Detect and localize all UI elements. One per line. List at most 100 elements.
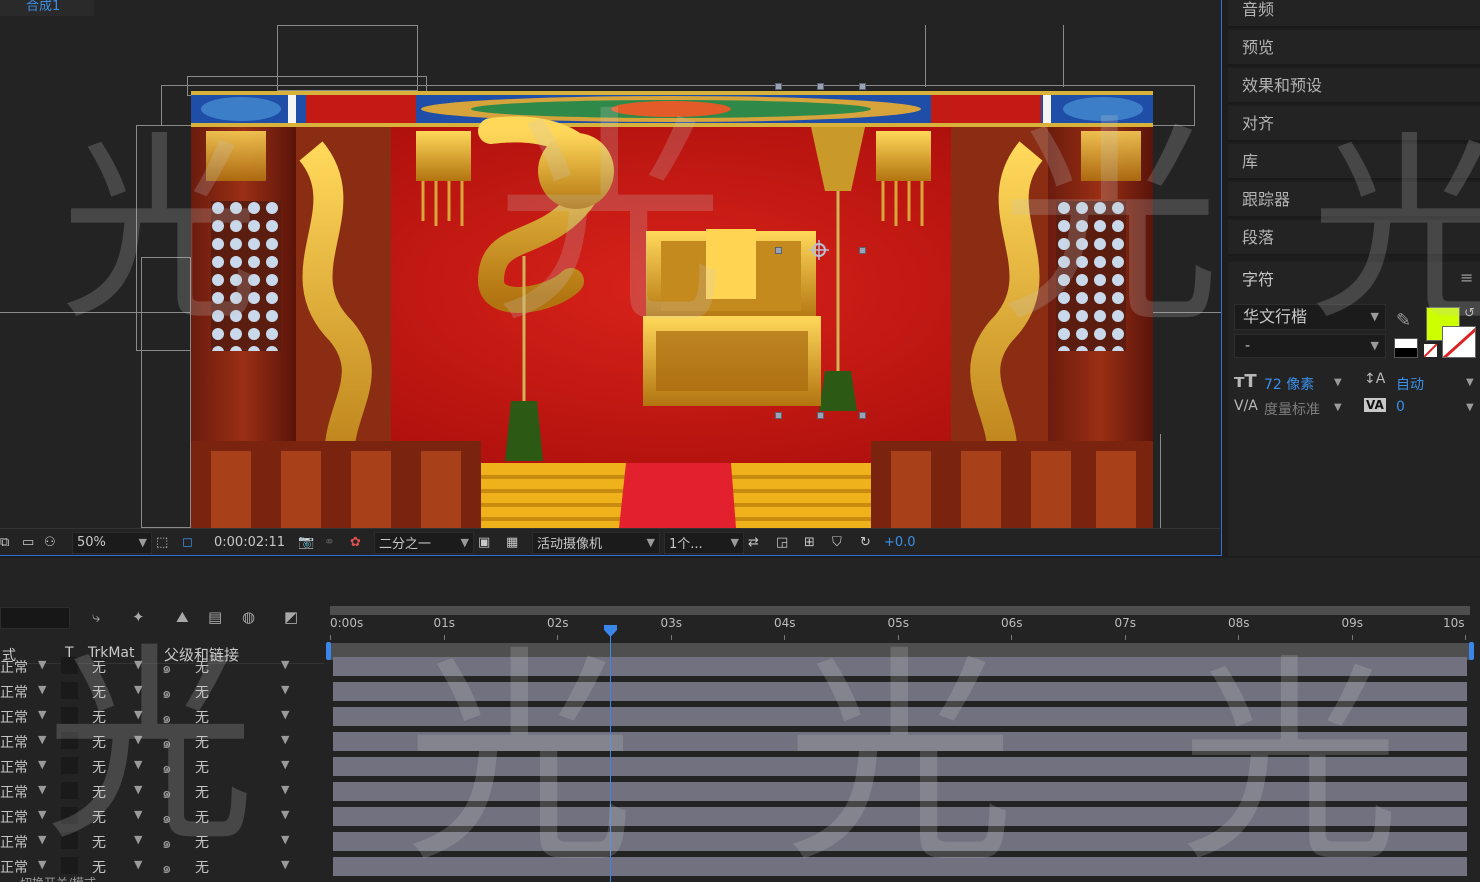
blend-mode-dropdown[interactable]: 正常 bbox=[0, 732, 28, 752]
chevron-down-icon[interactable]: ▼ bbox=[281, 858, 289, 871]
resolution-dropdown[interactable]: 二分之一 ▼ bbox=[374, 531, 474, 554]
transform-handle[interactable] bbox=[859, 247, 866, 254]
blend-mode-dropdown[interactable]: 正常 bbox=[0, 832, 28, 852]
trkmat-dropdown[interactable]: 无 bbox=[92, 707, 106, 727]
composition-flowchart-icon[interactable]: ⛉ bbox=[832, 531, 856, 555]
parent-dropdown[interactable]: 无 bbox=[195, 807, 209, 827]
parent-dropdown[interactable]: 无 bbox=[195, 682, 209, 702]
chevron-down-icon[interactable]: ▼ bbox=[38, 808, 46, 821]
layer-duration-bar[interactable] bbox=[333, 707, 1467, 726]
preserve-transparency-toggle[interactable] bbox=[61, 782, 78, 799]
toggle-switches-modes[interactable]: 切换开关/模式 bbox=[20, 874, 96, 882]
grid-icon[interactable]: ▦ bbox=[506, 531, 528, 555]
chevron-down-icon[interactable]: ▼ bbox=[281, 833, 289, 846]
monitor-icon[interactable]: ▭ bbox=[22, 531, 40, 555]
camera-dropdown[interactable]: 活动摄像机 ▼ bbox=[532, 531, 660, 554]
chevron-down-icon[interactable]: ▼ bbox=[134, 833, 142, 846]
layer-row[interactable]: 正常 ▼ 无 ▼ ๑ 无 ▼ bbox=[0, 729, 324, 754]
chevron-down-icon[interactable]: ▼ bbox=[134, 683, 142, 696]
panel-tracker[interactable]: 跟踪器 bbox=[1228, 182, 1480, 218]
parent-spiral-icon[interactable]: ๑ bbox=[162, 831, 172, 855]
chevron-down-icon[interactable]: ▼ bbox=[281, 683, 289, 696]
blend-mode-dropdown[interactable]: 正常 bbox=[0, 807, 28, 827]
chevron-down-icon[interactable]: ▼ bbox=[1334, 402, 1342, 413]
chevron-down-icon[interactable]: ▼ bbox=[134, 708, 142, 721]
chevron-down-icon[interactable]: ▼ bbox=[134, 858, 142, 871]
chevron-down-icon[interactable]: ▼ bbox=[38, 858, 46, 871]
swap-color-icon[interactable]: ↺ bbox=[1464, 306, 1475, 321]
chevron-down-icon[interactable]: ▼ bbox=[281, 808, 289, 821]
preserve-transparency-toggle[interactable] bbox=[61, 657, 78, 674]
transform-handle[interactable] bbox=[859, 412, 866, 419]
range-end-handle[interactable] bbox=[1469, 642, 1474, 660]
chevron-down-icon[interactable]: ▼ bbox=[281, 733, 289, 746]
parent-spiral-icon[interactable]: ๑ bbox=[162, 781, 172, 805]
layer-row[interactable]: 正常 ▼ 无 ▼ ๑ 无 ▼ bbox=[0, 654, 324, 679]
parent-spiral-icon[interactable]: ๑ bbox=[162, 706, 172, 730]
chevron-down-icon[interactable]: ▼ bbox=[281, 758, 289, 771]
parent-dropdown[interactable]: 无 bbox=[195, 732, 209, 752]
layer-duration-bar[interactable] bbox=[333, 682, 1467, 701]
trkmat-dropdown[interactable]: 无 bbox=[92, 682, 106, 702]
chevron-down-icon[interactable]: ▼ bbox=[38, 708, 46, 721]
chevron-down-icon[interactable]: ▼ bbox=[134, 733, 142, 746]
chevron-down-icon[interactable]: ▼ bbox=[1466, 402, 1474, 413]
panel-preview[interactable]: 预览 bbox=[1228, 30, 1480, 66]
transform-handle[interactable] bbox=[775, 83, 782, 90]
chevron-down-icon[interactable]: ▼ bbox=[38, 758, 46, 771]
panel-menu-icon[interactable]: ≡ bbox=[1460, 268, 1473, 287]
parent-dropdown[interactable]: 无 bbox=[195, 757, 209, 777]
preserve-transparency-toggle[interactable] bbox=[61, 732, 78, 749]
preserve-transparency-toggle[interactable] bbox=[61, 707, 78, 724]
current-time-indicator[interactable] bbox=[603, 624, 618, 638]
layers-icon[interactable]: ⧉ bbox=[0, 531, 14, 555]
no-fill-icon[interactable] bbox=[1424, 344, 1437, 357]
chevron-down-icon[interactable]: ▼ bbox=[281, 658, 289, 671]
blend-mode-dropdown[interactable]: 正常 bbox=[0, 707, 28, 727]
toggle-view-icon[interactable]: ⇄ bbox=[748, 531, 772, 555]
layer-row[interactable]: 正常 ▼ 无 ▼ ๑ 无 ▼ bbox=[0, 679, 324, 704]
parent-dropdown[interactable]: 无 bbox=[195, 782, 209, 802]
chevron-down-icon[interactable]: ▼ bbox=[134, 758, 142, 771]
blend-mode-dropdown[interactable]: 正常 bbox=[0, 757, 28, 777]
views-dropdown[interactable]: 1个... ▼ bbox=[664, 531, 744, 554]
parent-dropdown[interactable]: 无 bbox=[195, 832, 209, 852]
fast-draft-icon[interactable]: ◲ bbox=[776, 531, 800, 555]
motion-blur-icon[interactable]: ◍ bbox=[242, 608, 255, 626]
transform-handle[interactable] bbox=[775, 247, 782, 254]
transform-handle[interactable] bbox=[859, 83, 866, 90]
character-panel-title[interactable]: 字符 bbox=[1242, 266, 1274, 290]
panel-libraries[interactable]: 库 bbox=[1228, 144, 1480, 180]
chevron-down-icon[interactable]: ▼ bbox=[38, 683, 46, 696]
chevron-down-icon[interactable]: ▼ bbox=[134, 783, 142, 796]
panel-paragraph[interactable]: 段落 bbox=[1228, 220, 1480, 256]
black-white-swatch[interactable] bbox=[1394, 338, 1418, 358]
preserve-transparency-toggle[interactable] bbox=[61, 757, 78, 774]
layer-duration-bar[interactable] bbox=[333, 857, 1467, 876]
preserve-transparency-toggle[interactable] bbox=[61, 832, 78, 849]
snapshot-icon[interactable]: 📷 bbox=[298, 531, 320, 555]
layer-search-input[interactable] bbox=[0, 607, 70, 629]
color-wheel-icon[interactable]: ✿ bbox=[350, 531, 370, 555]
chevron-down-icon[interactable]: ▼ bbox=[38, 833, 46, 846]
font-style-dropdown[interactable]: - ▼ bbox=[1234, 334, 1386, 358]
chevron-down-icon[interactable]: ▼ bbox=[38, 658, 46, 671]
exposure-value[interactable]: +0.0 bbox=[884, 531, 924, 555]
chevron-down-icon[interactable]: ▼ bbox=[134, 658, 142, 671]
preserve-transparency-toggle[interactable] bbox=[61, 857, 78, 874]
parent-spiral-icon[interactable]: ๑ bbox=[162, 756, 172, 780]
reset-exposure-icon[interactable]: ↻ bbox=[860, 531, 880, 555]
fast-preview-icon[interactable]: ▣ bbox=[478, 531, 502, 555]
trkmat-dropdown[interactable]: 无 bbox=[92, 782, 106, 802]
layer-row[interactable]: 正常 ▼ 无 ▼ ๑ 无 ▼ bbox=[0, 754, 324, 779]
parent-dropdown[interactable]: 无 bbox=[195, 657, 209, 677]
graph-editor-icon[interactable]: ◩ bbox=[284, 608, 298, 626]
parent-spiral-icon[interactable]: ๑ bbox=[162, 731, 172, 755]
layer-row[interactable]: 正常 ▼ 无 ▼ ๑ 无 ▼ bbox=[0, 704, 324, 729]
composition-viewer[interactable]: 合成1 ⧉ ▭ ⚇ 50% ▼ ⬚ ◻ 0:00:02:11 📷 ⚭ ✿ 二分之… bbox=[0, 0, 1222, 556]
layer-row[interactable]: 正常 ▼ 无 ▼ ๑ 无 ▼ bbox=[0, 779, 324, 804]
timecode[interactable]: 0:00:02:11 bbox=[208, 531, 294, 555]
chevron-down-icon[interactable]: ▼ bbox=[38, 783, 46, 796]
parent-spiral-icon[interactable]: ๑ bbox=[162, 806, 172, 830]
font-size-value[interactable]: 72 像素 bbox=[1264, 374, 1314, 394]
